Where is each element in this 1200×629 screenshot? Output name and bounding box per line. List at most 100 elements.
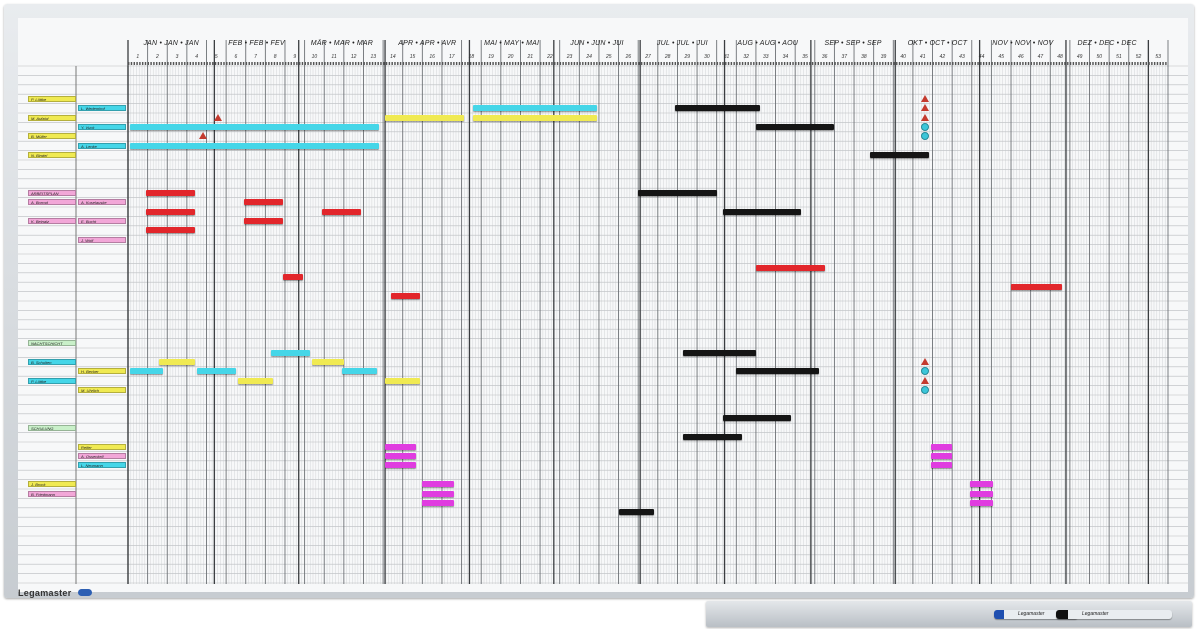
row-label-left[interactable]: B. Müller	[28, 133, 76, 140]
magnet-strip[interactable]	[473, 105, 597, 112]
round-magnet-icon[interactable]	[920, 386, 929, 395]
magnet-strip[interactable]	[736, 368, 819, 375]
triangle-magnet-icon[interactable]	[920, 104, 929, 112]
magnet-strip[interactable]	[473, 114, 597, 121]
week-number-label: 21	[527, 54, 534, 60]
magnet-strip[interactable]	[869, 152, 929, 159]
round-magnet-icon[interactable]	[920, 367, 929, 376]
magnet-strip[interactable]	[243, 199, 283, 206]
triangle-magnet-icon[interactable]	[920, 357, 929, 365]
magnet-block[interactable]	[969, 499, 994, 506]
magnet-strip[interactable]	[722, 208, 802, 215]
row-label-right[interactable]: M. Uhrlich	[78, 387, 126, 394]
magnet-block[interactable]	[930, 443, 953, 450]
magnet-strip[interactable]	[341, 368, 378, 375]
magnet-block[interactable]	[969, 490, 994, 497]
magnet-block[interactable]	[969, 481, 994, 488]
row-label-left[interactable]: A. Borrod	[28, 199, 76, 206]
magnet-strip[interactable]	[385, 114, 464, 121]
row-label-right[interactable]: L. Wedemhof	[78, 105, 126, 112]
magnet-strip[interactable]	[722, 415, 792, 422]
magnet-strip[interactable]	[129, 142, 380, 149]
row-label-right[interactable]: A. Kuselauske	[78, 199, 126, 206]
row-label-right[interactable]: L. Neumann	[78, 462, 126, 469]
magnet-strip[interactable]	[675, 105, 760, 112]
row-label-left[interactable]: P. Lüttke	[28, 95, 76, 102]
row-label-left[interactable]: P. Lüttke	[28, 377, 76, 384]
week-number-label: 3	[175, 54, 179, 60]
row-label-right[interactable]: A. Lenke	[78, 142, 126, 149]
magnet-strip[interactable]	[755, 123, 835, 130]
marker-tray[interactable]: Legamaster Legamaster	[706, 601, 1192, 627]
month-label: MAI • MAY • MAI	[484, 40, 540, 47]
week-number-label: 38	[861, 54, 867, 60]
magnet-block[interactable]	[422, 490, 454, 497]
week-number-label: 31	[723, 54, 730, 60]
row-label-left[interactable]: SCHULUNG	[28, 424, 76, 431]
magnet-strip[interactable]	[196, 368, 236, 375]
marker-pen-black[interactable]: Legamaster	[1056, 610, 1172, 619]
week-number-label: 27	[645, 54, 651, 60]
row-label-left[interactable]: N. Bindel	[28, 152, 76, 159]
row-label-left[interactable]: M. Aufzigl	[28, 114, 76, 121]
magnet-strip[interactable]	[145, 189, 195, 196]
row-label-right[interactable]: E. Bucht	[78, 217, 126, 224]
row-label-left[interactable]: B. Schulten	[28, 358, 76, 365]
magnet-block[interactable]	[385, 462, 417, 469]
row-label-right[interactable]: Reifer	[78, 443, 126, 450]
magnet-strip[interactable]	[638, 189, 717, 196]
magnet-strip[interactable]	[237, 377, 274, 384]
month-label: AUG • AUG • AOU	[737, 40, 799, 47]
magnet-block[interactable]	[930, 452, 953, 459]
row-label-right[interactable]: J. Wolf	[78, 236, 126, 243]
row-label-right[interactable]: H. Becker	[78, 368, 126, 375]
magnet-strip[interactable]	[243, 217, 283, 224]
week-number-label: 14	[390, 54, 396, 60]
magnet-strip[interactable]	[159, 358, 195, 365]
week-number-label: 51	[1116, 54, 1122, 60]
round-magnet-icon[interactable]	[920, 132, 929, 141]
magnet-strip[interactable]	[755, 264, 825, 271]
magnet-block[interactable]	[422, 499, 454, 506]
week-number-label: 33	[762, 54, 769, 60]
round-magnet-icon[interactable]	[920, 122, 929, 131]
row-label-left[interactable]: ARBEITSPLAN	[28, 189, 76, 196]
row-label-right[interactable]: Y. Vuck	[78, 123, 126, 130]
magnet-strip[interactable]	[385, 377, 421, 384]
row-label-left[interactable]: J. Brock	[28, 481, 76, 488]
magnet-strip[interactable]	[618, 509, 654, 516]
magnet-strip[interactable]	[145, 227, 195, 234]
week-number-label: 4	[195, 54, 199, 60]
magnet-strip[interactable]	[129, 123, 380, 130]
triangle-magnet-icon[interactable]	[198, 132, 207, 140]
magnet-strip[interactable]	[390, 293, 421, 300]
magnet-block[interactable]	[422, 481, 454, 488]
row-label-left[interactable]: B. Friedmann	[28, 490, 76, 497]
week-number-label: 11	[331, 54, 337, 60]
magnet-block[interactable]	[385, 443, 417, 450]
triangle-magnet-icon[interactable]	[920, 113, 929, 121]
magnet-strip[interactable]	[312, 358, 344, 365]
magnet-block[interactable]	[385, 452, 417, 459]
week-number-label: 44	[978, 54, 985, 60]
magnet-strip[interactable]	[1011, 283, 1063, 290]
week-number-label: 10	[311, 54, 318, 60]
magnet-strip[interactable]	[283, 274, 303, 281]
magnet-strip[interactable]	[271, 349, 311, 356]
magnet-strip[interactable]	[322, 208, 362, 215]
triangle-magnet-icon[interactable]	[920, 376, 929, 384]
magnet-strip[interactable]	[145, 208, 195, 215]
week-number-label: 43	[959, 54, 965, 60]
magnet-strip[interactable]	[683, 349, 756, 356]
triangle-magnet-icon[interactable]	[920, 94, 929, 102]
week-number-label: 28	[664, 54, 671, 60]
magnet-strip[interactable]	[683, 434, 743, 441]
week-number-label: 35	[802, 54, 808, 60]
week-number-label: 34	[782, 54, 789, 60]
row-label-left[interactable]: NACHTSCHICHT	[28, 340, 76, 347]
row-label-left[interactable]: K. Beinalz	[28, 217, 76, 224]
row-label-right[interactable]: A. Ossenkell	[78, 452, 126, 459]
triangle-magnet-icon[interactable]	[214, 113, 223, 121]
magnet-strip[interactable]	[129, 368, 164, 375]
magnet-block[interactable]	[930, 462, 953, 469]
